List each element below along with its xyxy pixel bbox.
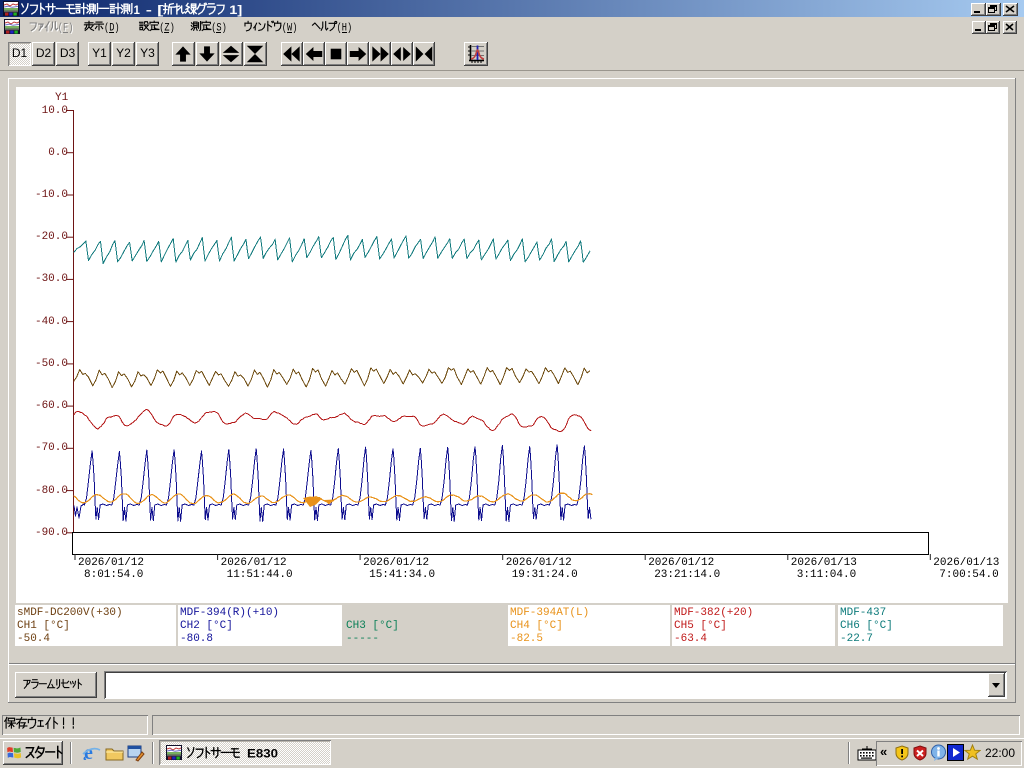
svg-text:E830: E830 xyxy=(240,747,279,761)
